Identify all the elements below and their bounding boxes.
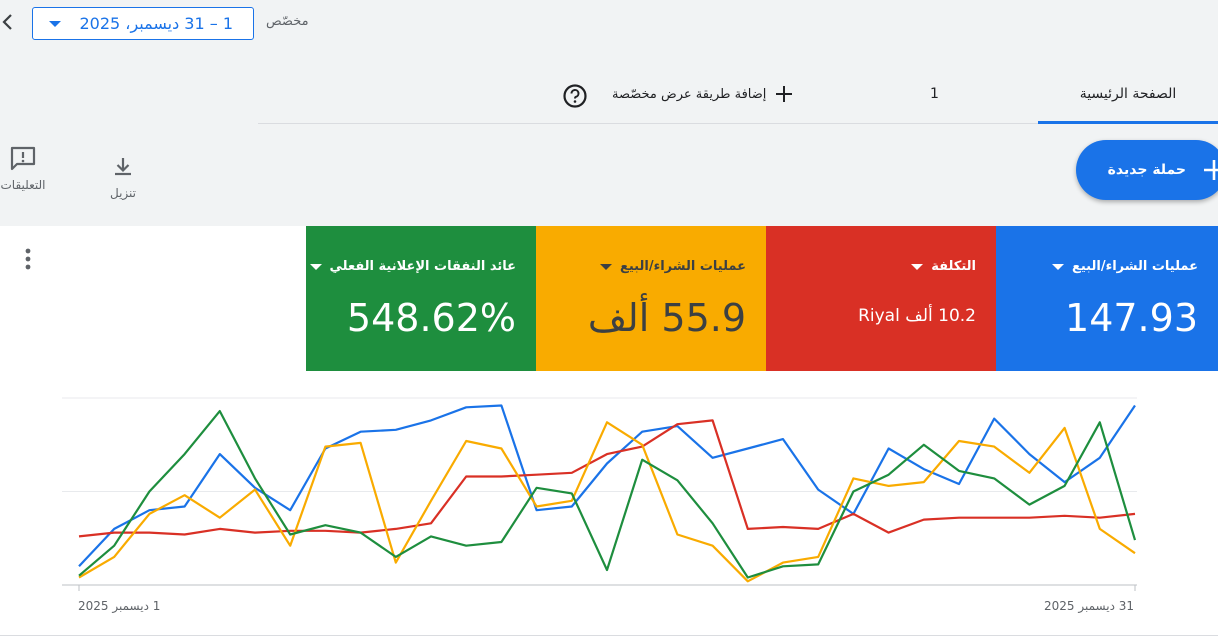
date-preset-label: مخصّص (266, 14, 309, 29)
series-line-2 (78, 419, 1136, 538)
metric-title-text: التكلفة (931, 259, 976, 274)
metric-value: 10.2 ألف Riyal (858, 306, 976, 326)
chevron-left-icon[interactable] (0, 10, 20, 34)
chart-series (78, 404, 1137, 583)
tab-home-label: الصفحة الرئيسية (1079, 86, 1177, 102)
metric-title[interactable]: عمليات الشراء/البيع (599, 259, 746, 274)
metric-title[interactable]: عمليات الشراء/البيع (1051, 259, 1198, 274)
dropdown-caret-icon (599, 263, 612, 270)
x-axis-end-label: 31 ديسمبر 2025 (1044, 599, 1135, 613)
series-line-4 (78, 410, 1137, 579)
metric-title-text: عائد النفقات الإعلانية الفعلي (329, 259, 516, 274)
date-range-text: 1 – 31 ديسمبر، 2025 (79, 14, 233, 33)
add-custom-view-tab[interactable]: إضافة طريقة عرض مخصّصة (612, 84, 794, 104)
new-campaign-label: حملة جديدة (1107, 162, 1186, 178)
dropdown-caret-icon (1051, 263, 1064, 270)
metric-card-conversions[interactable]: عمليات الشراء/البيع 147.93 (996, 226, 1218, 371)
feedback-button[interactable]: التعليقات (0, 145, 46, 192)
plus-icon (1204, 160, 1218, 180)
x-axis-start-label: 1 ديسمبر 2025 (78, 599, 161, 613)
chart-x-axis (78, 585, 1136, 591)
more-options-icon[interactable] (20, 246, 36, 272)
tab-view-1[interactable]: 1 (930, 86, 939, 102)
add-custom-view-label: إضافة طريقة عرض مخصّصة (612, 86, 767, 102)
metric-title[interactable]: عائد النفقات الإعلانية الفعلي (309, 259, 516, 274)
metric-card-roas[interactable]: عائد النفقات الإعلانية الفعلي 548.62% (306, 226, 536, 371)
dropdown-caret-icon (49, 20, 61, 27)
metric-value: 147.93 (1065, 296, 1198, 340)
tab-home[interactable]: الصفحة الرئيسية (1038, 84, 1218, 124)
download-icon (115, 158, 131, 176)
metric-title-text: عمليات الشراء/البيع (619, 259, 746, 274)
help-icon[interactable] (562, 83, 588, 109)
chart-grid (62, 397, 1137, 586)
plus-icon (776, 86, 793, 102)
active-tab-indicator (1038, 121, 1218, 124)
download-label: تنزيل (109, 186, 136, 200)
performance-chart[interactable] (62, 388, 1142, 628)
metric-card-conversion-value[interactable]: عمليات الشراء/البيع 55.9 ألف (536, 226, 766, 371)
metric-card-cost[interactable]: التكلفة 10.2 ألف Riyal (766, 226, 996, 371)
download-button[interactable]: تنزيل (100, 155, 146, 200)
metric-value: 55.9 ألف (587, 296, 746, 340)
new-campaign-button[interactable]: حملة جديدة (1076, 140, 1218, 200)
dropdown-caret-icon (309, 263, 322, 270)
feedback-icon (10, 146, 36, 171)
series-line-1 (78, 404, 1136, 568)
date-range-picker[interactable]: 1 – 31 ديسمبر، 2025 (32, 7, 254, 40)
panel-bottom-divider (0, 635, 1218, 636)
metric-title-text: عمليات الشراء/البيع (1071, 259, 1198, 274)
metric-title[interactable]: التكلفة (911, 259, 976, 274)
metric-value: 548.62% (346, 296, 516, 340)
dropdown-caret-icon (911, 263, 924, 270)
feedback-label: التعليقات (0, 178, 46, 192)
